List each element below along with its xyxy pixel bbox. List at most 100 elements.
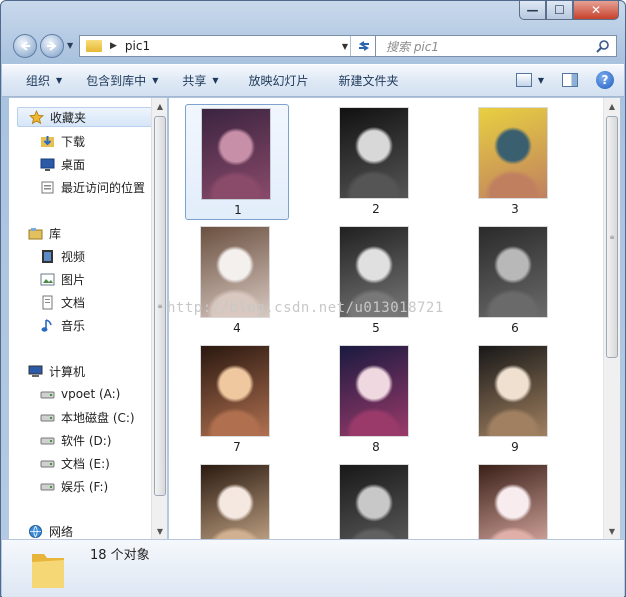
nav-item-documents[interactable]: 文档	[39, 292, 85, 312]
scrollbar-thumb[interactable]: ≡	[606, 116, 618, 358]
nav-item-libraries[interactable]: 库	[27, 223, 61, 243]
nav-item-label: 最近访问的位置	[61, 180, 146, 195]
navigation-pane-scrollbar[interactable]: ▲ ≡ ▼	[151, 98, 167, 539]
caption-buttons: — ☐ ✕	[519, 1, 619, 21]
nav-item-drive-a[interactable]: vpoet (A:)	[39, 384, 120, 404]
nav-item-desktop[interactable]: 桌面	[39, 154, 85, 174]
search-box[interactable]: 搜索 pic1	[375, 35, 617, 57]
nav-item-label: 娱乐 (F:)	[61, 479, 109, 494]
file-name-label: 9	[511, 440, 519, 454]
nav-item-label: 计算机	[49, 364, 86, 379]
nav-item-drive-f[interactable]: 娱乐 (F:)	[39, 476, 108, 496]
file-list-view: 123456789101112	[169, 98, 603, 539]
scroll-down-icon[interactable]: ▼	[152, 523, 168, 539]
breadcrumb-current-folder[interactable]: pic1	[125, 39, 150, 53]
search-input[interactable]: 搜索 pic1	[386, 38, 439, 55]
file-name-label: 5	[372, 321, 380, 335]
toolbar-right-group: ▼ ?	[515, 71, 614, 89]
preview-pane-icon[interactable]	[562, 73, 578, 87]
nav-item-label: 视频	[61, 249, 86, 264]
forward-arrow-icon	[47, 41, 57, 51]
back-button[interactable]	[13, 34, 37, 58]
file-name-label: 7	[233, 440, 241, 454]
file-name-label: 3	[511, 202, 519, 216]
view-dropdown-icon[interactable]: ▼	[538, 76, 544, 85]
nav-item-label: 图片	[61, 272, 86, 287]
file-thumbnail[interactable]: 11	[324, 461, 428, 539]
folder-large-icon	[32, 554, 64, 588]
nav-item-drive-e[interactable]: 文档 (E:)	[39, 453, 110, 473]
scroll-down-icon[interactable]: ▼	[604, 523, 620, 539]
pictures-icon	[39, 271, 55, 287]
nav-item-music[interactable]: 音乐	[39, 315, 85, 335]
history-dropdown-icon[interactable]: ▼	[67, 41, 73, 50]
photo-thumbnail-image	[202, 109, 270, 199]
item-count: 18 个对象	[90, 548, 150, 563]
file-name-label: 4	[233, 321, 241, 335]
file-thumbnail[interactable]: 1	[185, 104, 289, 220]
nav-item-network[interactable]: 网络	[27, 521, 73, 539]
refresh-icon	[358, 41, 369, 51]
change-view-icon[interactable]	[515, 73, 532, 87]
help-icon[interactable]: ?	[596, 71, 614, 89]
navigation-pane: 收藏夹 下载 桌面 最近访问的位置 库 视频 图片 文档 音乐 计算机 vpoe…	[9, 98, 167, 539]
desktop-icon	[39, 156, 55, 172]
nav-item-drive-c[interactable]: 本地磁盘 (C:)	[39, 407, 135, 427]
computer-icon	[27, 363, 43, 379]
minimize-button[interactable]: —	[519, 1, 546, 20]
file-thumbnail[interactable]: 2	[324, 104, 428, 220]
file-thumbnail[interactable]: 10	[185, 461, 289, 539]
nav-item-label: 文档	[61, 295, 86, 310]
file-name-label: 8	[372, 440, 380, 454]
nav-item-favorites[interactable]: 收藏夹	[17, 107, 155, 127]
address-bar[interactable]: ▶ pic1 ▼	[79, 35, 377, 57]
new-folder-label: 新建文件夹	[338, 74, 399, 88]
photo-thumbnail-image	[479, 108, 547, 198]
download-folder-icon	[39, 133, 55, 149]
folder-icon	[86, 40, 102, 52]
nav-item-label: 网络	[49, 524, 74, 539]
file-name-label: 2	[372, 202, 380, 216]
search-icon[interactable]	[596, 39, 610, 53]
drive-icon	[39, 478, 55, 494]
new-folder-button[interactable]: 新建文件夹	[339, 72, 399, 89]
nav-item-recent-places[interactable]: 最近访问的位置	[39, 177, 145, 197]
share-menu[interactable]: 共享 ▼	[182, 72, 218, 89]
file-thumbnail[interactable]: 6	[463, 223, 567, 339]
nav-item-label: 本地磁盘 (C:)	[61, 410, 135, 425]
file-thumbnail[interactable]: 5	[324, 223, 428, 339]
file-thumbnail[interactable]: 9	[463, 342, 567, 458]
slideshow-button[interactable]: 放映幻灯片	[249, 72, 309, 89]
organize-menu[interactable]: 组织 ▼	[26, 72, 62, 89]
nav-item-pictures[interactable]: 图片	[39, 269, 85, 289]
nav-item-label: 桌面	[61, 157, 86, 172]
explorer-window: — ☐ ✕ ▼ ▶ pic1 ▼ 搜索 pic1 组织 ▼ 包含到库中 ▼ 共享 ▼	[0, 0, 626, 597]
close-button[interactable]: ✕	[573, 1, 619, 20]
scroll-up-icon[interactable]: ▲	[152, 98, 168, 114]
nav-item-label: 收藏夹	[50, 110, 87, 125]
file-name-label: 1	[234, 203, 242, 217]
file-name-label: 6	[511, 321, 519, 335]
file-thumbnail[interactable]: 8	[324, 342, 428, 458]
nav-item-drive-d[interactable]: 软件 (D:)	[39, 430, 111, 450]
library-icon	[27, 225, 43, 241]
nav-item-computer[interactable]: 计算机	[27, 361, 85, 381]
include-in-library-menu[interactable]: 包含到库中 ▼	[86, 72, 158, 89]
file-thumbnail[interactable]: 12	[463, 461, 567, 539]
file-list-scrollbar[interactable]: ▲ ≡ ▼	[603, 98, 620, 539]
photo-thumbnail-image	[201, 465, 269, 539]
scroll-up-icon[interactable]: ▲	[604, 98, 620, 114]
file-thumbnail[interactable]: 4	[185, 223, 289, 339]
address-dropdown-icon[interactable]: ▼	[342, 42, 348, 51]
file-thumbnail[interactable]: 3	[463, 104, 567, 220]
breadcrumb-chevron-icon[interactable]: ▶	[110, 41, 117, 51]
nav-item-videos[interactable]: 视频	[39, 246, 85, 266]
photo-thumbnail-image	[340, 346, 408, 436]
file-thumbnail[interactable]: 7	[185, 342, 289, 458]
photo-thumbnail-image	[340, 465, 408, 539]
nav-item-downloads[interactable]: 下载	[39, 131, 85, 151]
scrollbar-thumb[interactable]: ≡	[154, 116, 166, 496]
maximize-button[interactable]: ☐	[546, 1, 573, 20]
refresh-button[interactable]	[350, 36, 376, 56]
forward-button[interactable]	[40, 34, 64, 58]
